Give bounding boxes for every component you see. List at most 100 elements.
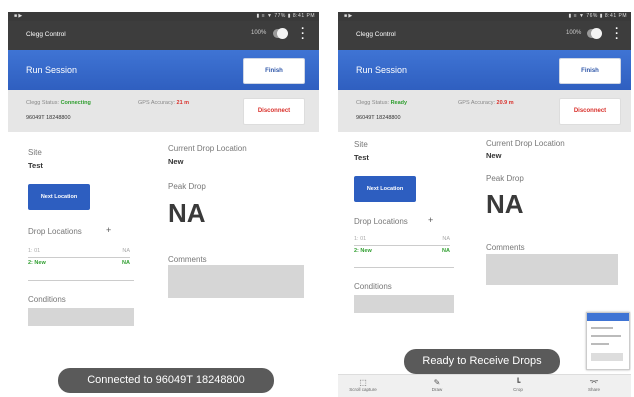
scroll-capture-button[interactable]: ⬚ Scroll capture [343,378,383,392]
site-value: Test [354,153,369,162]
conditions-label: Conditions [28,295,66,304]
finish-button[interactable]: Finish [243,58,305,84]
clegg-status-label: Clegg Status: [356,100,390,106]
drop-location-value: NA [122,260,130,266]
screenshot-preview-thumbnail[interactable] [586,312,630,370]
session-title: Run Session [26,65,78,75]
status-bar-left-icons: ■ ▶ [344,13,353,19]
session-header: Run Session Finish [8,50,319,90]
drop-location-name: 1: 01 [354,236,367,242]
toggle-knob [277,28,288,39]
status-bar-left-icons: ■ ▶ [14,13,23,19]
drop-location-name: 2: New [354,248,372,254]
toast-message: Ready to Receive Drops [404,349,560,374]
peak-drop-value: NA [168,198,206,228]
scroll-capture-icon: ⬚ [359,378,367,387]
scroll-capture-label: Scroll capture [349,387,377,392]
status-bar-right-info: ▮ ≡ ▼ 76% ▮ 8:41 PM [568,13,627,19]
next-location-button[interactable]: Next Location [28,184,90,210]
site-label: Site [354,140,368,149]
clegg-status-label: Clegg Status: [26,100,60,106]
toggle-percent-label: 100% [566,30,582,36]
gps-accuracy: GPS Accuracy: 20.9 m [458,100,514,106]
device-serial: 96049T 18248800 [356,115,401,121]
add-drop-location-button[interactable]: + [106,225,111,235]
conditions-field[interactable] [28,308,134,326]
status-bar: ■ ▶ ▮ ≡ ▼ 76% ▮ 8:41 PM [338,12,631,21]
gps-accuracy-label: GPS Accuracy: [138,100,175,106]
draw-icon: ✎ [433,378,441,387]
peak-drop-label: Peak Drop [168,182,206,191]
drop-locations-label: Drop Locations [28,227,82,236]
next-location-button[interactable]: Next Location [354,176,416,202]
crop-label: Crop [513,387,523,392]
device-status-panel: Clegg Status: Ready GPS Accuracy: 20.9 m… [338,90,631,132]
overflow-menu-icon[interactable]: · · · [614,24,620,45]
gps-accuracy-value: 20.9 m [496,100,514,106]
drop-location-name: 2: New [28,260,46,266]
drop-locations-label: Drop Locations [354,217,408,226]
gps-accuracy-label: GPS Accuracy: [458,100,495,106]
divider [354,245,450,246]
app-bar: Clegg Control 100% · · · [338,21,631,50]
gps-accuracy-value: 21 m [176,100,190,106]
conditions-label: Conditions [354,282,392,291]
status-bar: ■ ▶ ▮ ≡ ▼ 77% ▮ 8:41 PM [8,12,319,21]
drop-location-row[interactable]: 2: New NA [354,248,450,256]
device-serial: 96049T 18248800 [26,115,71,121]
draw-button[interactable]: ✎ Draw [417,378,457,392]
power-toggle[interactable] [587,28,602,39]
comments-field[interactable] [168,265,304,298]
thumbnail-line [591,335,621,337]
thumbnail-line [591,343,609,345]
share-button[interactable]: ⌤ Share [574,378,614,392]
comments-label: Comments [486,243,525,252]
thumbnail-line [591,353,623,361]
comments-label: Comments [168,255,207,264]
drop-location-row[interactable]: 2: New NA [28,260,130,268]
thumbnail-line [591,327,613,329]
current-drop-location-label: Current Drop Location [486,139,565,148]
drop-location-value: NA [122,248,130,254]
crop-button[interactable]: ┗ Crop [498,378,538,392]
crop-icon: ┗ [515,378,521,387]
drop-location-row[interactable]: 1: 01 NA [28,248,130,256]
current-drop-location-value: New [486,151,502,160]
drop-location-value: NA [442,236,450,242]
power-toggle[interactable] [273,28,288,39]
peak-drop-value: NA [486,189,524,219]
app-title: Clegg Control [356,31,396,38]
left-screen: ■ ▶ ▮ ≡ ▼ 77% ▮ 8:41 PM Clegg Control 10… [8,12,319,397]
divider [354,267,454,268]
comments-field[interactable] [486,254,618,285]
clegg-status-value: Connecting [60,100,91,106]
site-label: Site [28,148,42,157]
app-bar: Clegg Control 100% · · · [8,21,319,50]
current-drop-location-value: New [168,157,184,166]
clegg-status: Clegg Status: Ready [356,100,407,106]
draw-label: Draw [431,387,443,392]
screenshot-toolbar: ⬚ Scroll capture ✎ Draw ┗ Crop ⌤ Share [338,374,631,397]
app-title: Clegg Control [26,31,66,38]
status-bar-right-info: ▮ ≡ ▼ 77% ▮ 8:41 PM [256,13,315,19]
share-label: Share [587,387,600,392]
toast-message: Connected to 96049T 18248800 [58,368,274,393]
current-drop-location-label: Current Drop Location [168,144,247,153]
disconnect-button[interactable]: Disconnect [243,98,305,125]
device-status-panel: Clegg Status: Connecting GPS Accuracy: 2… [8,90,319,132]
disconnect-button[interactable]: Disconnect [559,98,621,125]
toggle-percent-label: 100% [251,30,267,36]
conditions-field[interactable] [354,295,454,313]
right-screen: ■ ▶ ▮ ≡ ▼ 76% ▮ 8:41 PM Clegg Control 10… [338,12,631,397]
divider [28,257,130,258]
finish-button[interactable]: Finish [559,58,621,84]
overflow-menu-icon[interactable]: · · · [300,24,306,45]
divider [28,280,134,281]
clegg-status-value: Ready [390,100,408,106]
gps-accuracy: GPS Accuracy: 21 m [138,100,189,106]
add-drop-location-button[interactable]: + [428,215,433,225]
session-title: Run Session [356,65,408,75]
drop-location-value: NA [442,248,450,254]
drop-location-row[interactable]: 1: 01 NA [354,236,450,244]
clegg-status: Clegg Status: Connecting [26,100,91,106]
